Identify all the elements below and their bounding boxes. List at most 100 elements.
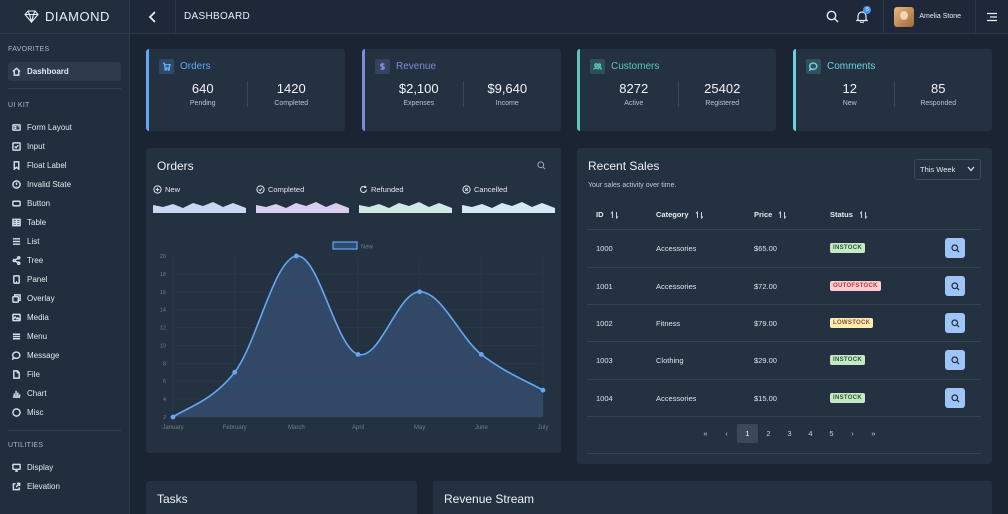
data-point [478,351,484,357]
sidebar-item-message[interactable]: Message [0,346,129,365]
search-icon[interactable] [537,161,546,170]
tasks-panel: Tasks [146,481,417,514]
row-divider [587,267,981,268]
tab-sparkline [359,202,452,213]
column-header-id[interactable]: ID [596,210,619,219]
revenue-stream-title: Revenue Stream [444,492,535,506]
desktop-icon [12,463,21,472]
column-header-label: Status [830,210,853,219]
tab-refunded[interactable]: Refunded [359,185,452,213]
sidebar-item-dashboard[interactable]: Dashboard [8,62,121,81]
sales-title: Recent Sales [588,159,660,173]
view-button[interactable] [945,313,965,333]
column-header-status[interactable]: Status [830,210,868,219]
sidebar-item-label: Misc [27,408,44,417]
last-page-button[interactable]: » [863,424,884,443]
stat-label: Responded [920,100,957,107]
sidebar-item-table[interactable]: Table [0,213,129,232]
sidebar-item-label: Menu [27,332,48,341]
sidebar-item-display[interactable]: Display [0,458,129,477]
view-button[interactable] [945,388,965,408]
page-1-button[interactable]: 1 [737,424,758,443]
sidebar-item-float-label[interactable]: Float Label [0,156,129,175]
user-name: Amelia Stone [919,13,961,20]
column-header-label: Category [656,210,689,219]
sidebar-item-overlay[interactable]: Overlay [0,289,129,308]
list-icon [12,238,21,245]
user-profile[interactable]: Amelia Stone [883,0,976,34]
sidebar-item-invalid-state[interactable]: Invalid State [0,175,129,194]
page-title: DASHBOARD [184,11,251,22]
sidebar-item-elevation[interactable]: Elevation [0,477,129,496]
data-point [170,414,176,420]
sidebar-item-input[interactable]: Input [0,137,129,156]
first-page-button[interactable]: « [695,424,716,443]
stat-title: Orders [180,61,211,72]
logo[interactable]: DIAMOND [0,0,129,34]
plus-circle-icon [153,185,162,194]
notifications-button[interactable]: 5 [847,0,877,34]
stat-card-revenue: Revenue $2,100 Expenses $9,640 Income [362,49,561,131]
table-icon [12,218,21,227]
sidebar-item-misc[interactable]: Misc [0,403,129,422]
sidebar-item-form-layout[interactable]: Form Layout [0,118,129,137]
tab-new[interactable]: New [153,185,246,213]
search-icon [950,393,960,403]
stat-value: 85 [931,81,946,96]
bars-icon [12,333,21,340]
stat-label: New [842,100,857,107]
data-point [232,369,238,375]
sidebar-item-menu[interactable]: Menu [0,327,129,346]
sort-icon [695,210,703,219]
stat-card-customers: Customers 8272 Active 25402 Registered [577,49,776,131]
page-4-button[interactable]: 4 [800,424,821,443]
view-button[interactable] [945,276,965,296]
search-button[interactable] [817,0,847,34]
page-2-button[interactable]: 2 [758,424,779,443]
tab-cancelled[interactable]: Cancelled [462,185,555,213]
paginator: «‹ 1 2 3 4 5 ›» [695,424,884,443]
prev-page-button[interactable]: ‹ [716,424,737,443]
stat-value: $2,100 [398,81,439,96]
sidebar-item-label: Message [27,351,60,360]
period-dropdown[interactable]: This Week [914,159,981,180]
users-icon [590,59,605,74]
cell-id: 1004 [596,394,613,403]
id-card-icon [12,124,21,131]
stat-value: 25402 [704,81,741,96]
uikit-section-title: UI KIT [8,102,30,109]
page-3-button[interactable]: 3 [779,424,800,443]
sidebar-item-file[interactable]: File [0,365,129,384]
sidebar-item-label: Table [27,218,47,227]
sidebar-item-media[interactable]: Media [0,308,129,327]
sort-icon [779,210,787,219]
topbar: DASHBOARD 5 Amelia Stone [130,0,1008,34]
x-tick-label: February [223,425,247,431]
tab-completed[interactable]: Completed [256,185,349,213]
sidebar-item-chart[interactable]: Chart [0,384,129,403]
column-header-category[interactable]: Category [656,210,704,219]
view-button[interactable] [945,238,965,258]
stat-value: 1420 [276,81,306,96]
back-button[interactable] [130,0,176,34]
sidebar-item-button[interactable]: Button [0,194,129,213]
x-tick-label: May [414,425,425,431]
sidebar-item-tree[interactable]: Tree [0,251,129,270]
sidebar-item-panel[interactable]: Panel [0,270,129,289]
tasks-title: Tasks [157,492,188,506]
page-5-button[interactable]: 5 [821,424,842,443]
menu-button[interactable] [976,0,1008,34]
column-header-price[interactable]: Price [754,210,787,219]
bookmark-icon [13,161,20,170]
sidebar-item-list[interactable]: List [0,232,129,251]
y-tick-label: 4 [163,397,166,403]
column-header-label: Price [754,210,773,219]
recent-sales-panel: Recent Sales Your sales activity over ti… [577,148,992,464]
view-button[interactable] [945,350,965,370]
file-icon [13,370,20,379]
brand-name: DIAMOND [45,9,110,24]
cell-id: 1001 [596,282,613,291]
stat-title: Revenue [396,61,437,72]
search-icon [826,10,839,23]
next-page-button[interactable]: › [842,424,863,443]
